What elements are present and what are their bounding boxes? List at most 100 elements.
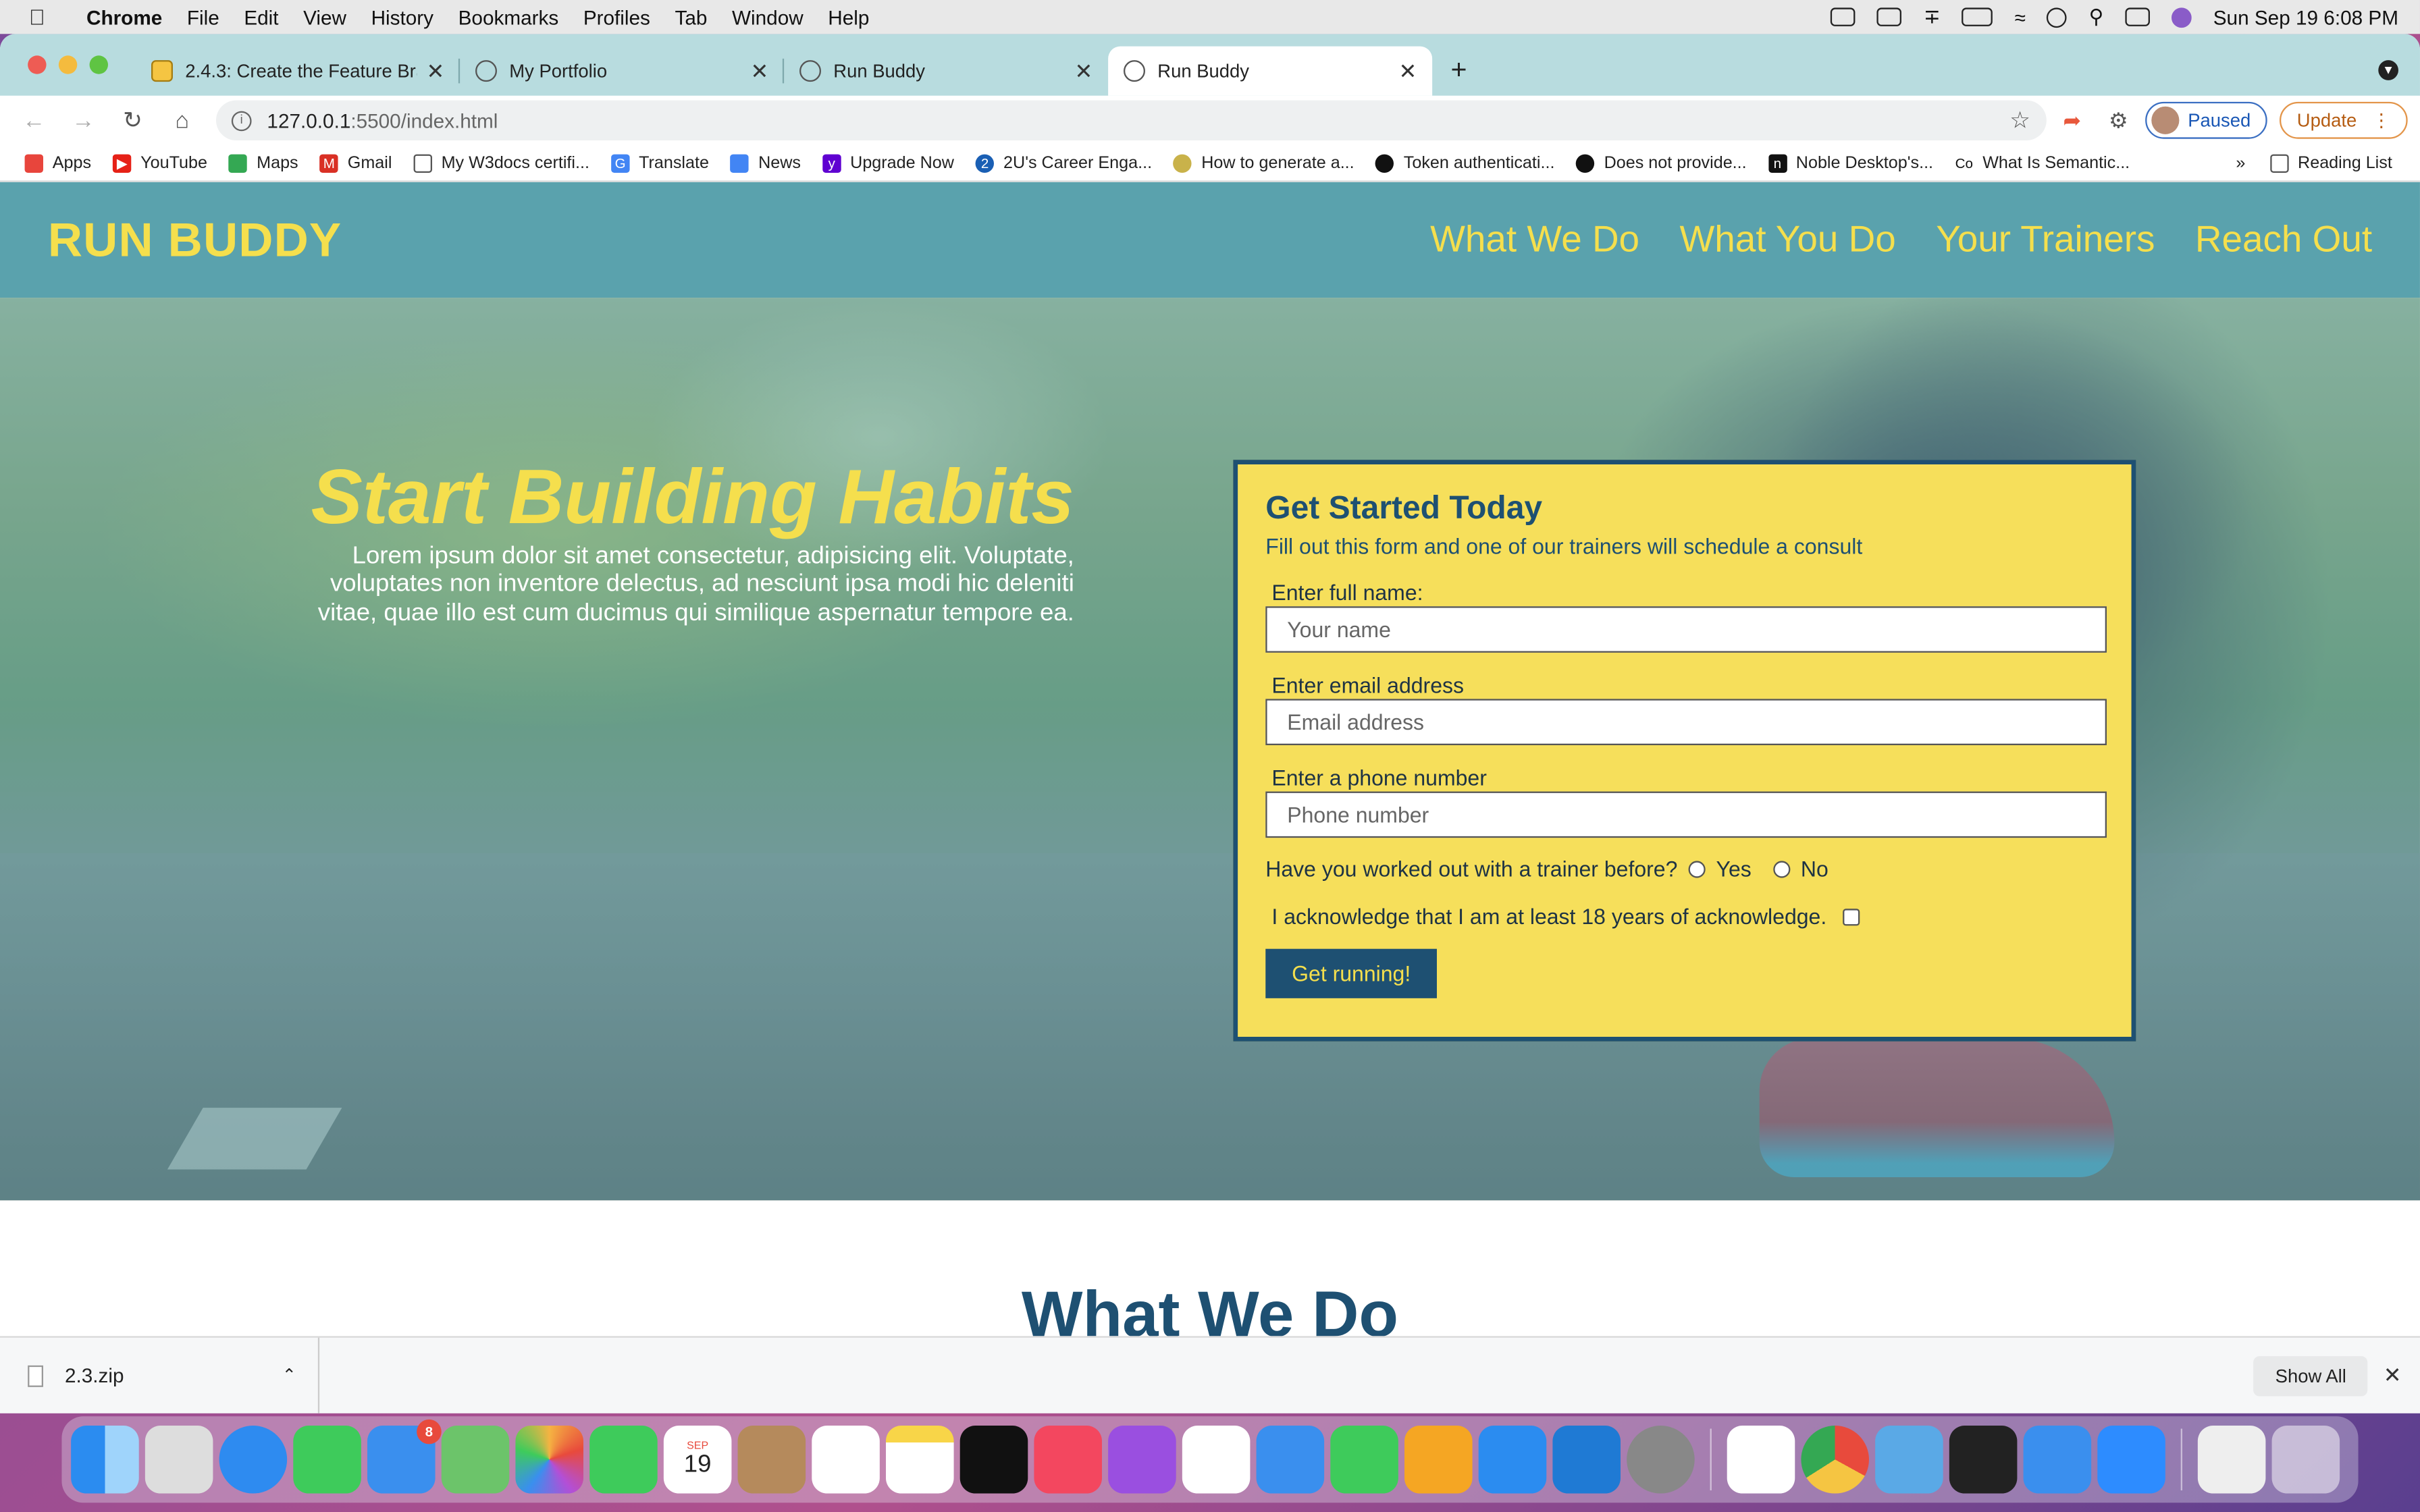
facetime-icon[interactable]	[589, 1425, 658, 1494]
tab-feature-branch[interactable]: 2.4.3: Create the Feature Bran ✕	[136, 47, 461, 96]
calendar-icon[interactable]: SEP 19	[663, 1425, 732, 1494]
launchpad-icon[interactable]	[144, 1425, 213, 1494]
news-icon[interactable]	[1182, 1425, 1251, 1494]
bookmarks-overflow-icon[interactable]: »	[2236, 153, 2245, 171]
zoom-icon[interactable]	[2097, 1425, 2165, 1494]
user-account-icon[interactable]	[2047, 7, 2068, 27]
bookmark-does-not-provide[interactable]: Does not provide...	[1567, 153, 1759, 172]
music-icon[interactable]	[1034, 1425, 1102, 1494]
mail-icon[interactable]: 8	[367, 1419, 442, 1494]
keynote-icon[interactable]	[1256, 1425, 1325, 1494]
pages-icon[interactable]	[1404, 1425, 1473, 1494]
bookmark-semantic[interactable]: Co What Is Semantic...	[1945, 153, 2142, 172]
tab-run-buddy-active[interactable]: Run Buddy ✕	[1108, 46, 1433, 96]
tab-my-portfolio[interactable]: My Portfolio ✕	[460, 47, 785, 96]
menu-view[interactable]: View	[291, 5, 359, 28]
nav-your-trainers[interactable]: Your Trainers	[1936, 218, 2155, 261]
home-icon[interactable]: ⌂	[161, 107, 204, 134]
notes-icon[interactable]	[885, 1425, 954, 1494]
profile-button[interactable]: Paused	[2145, 101, 2268, 139]
maximize-window-button[interactable]	[89, 55, 108, 74]
acknowledge-checkbox[interactable]	[1842, 908, 1860, 925]
tab-run-buddy[interactable]: Run Buddy ✕	[784, 47, 1108, 96]
bookmark-gmail[interactable]: M Gmail	[311, 153, 404, 172]
menu-bookmarks[interactable]: Bookmarks	[446, 5, 571, 28]
apple-icon[interactable]: 	[0, 5, 74, 30]
close-tab-icon[interactable]: ✕	[750, 58, 768, 84]
close-window-button[interactable]	[28, 55, 47, 74]
name-input[interactable]: Your name	[1265, 606, 2107, 653]
bookmark-how-to-generate[interactable]: How to generate a...	[1164, 153, 1367, 172]
wifi-icon[interactable]: ≈	[2015, 5, 2026, 28]
site-logo[interactable]: RUN BUDDY	[48, 212, 342, 267]
migration-assistant-icon[interactable]	[1875, 1425, 1943, 1494]
download-item[interactable]: 2.3.zip ⌃	[0, 1336, 320, 1413]
extensions-puzzle-icon[interactable]: ⚙	[2099, 107, 2138, 134]
apple-tv-icon[interactable]	[959, 1425, 1028, 1494]
menu-profiles[interactable]: Profiles	[571, 5, 663, 28]
bookmark-noble-desktop[interactable]: n Noble Desktop's...	[1759, 153, 1945, 172]
bookmark-upgrade-now[interactable]: y Upgrade Now	[813, 153, 966, 172]
extension-arrow-icon[interactable]: ➦	[2052, 107, 2092, 134]
nav-what-we-do[interactable]: What We Do	[1430, 218, 1639, 261]
photos-icon[interactable]	[515, 1425, 583, 1494]
bookmark-translate[interactable]: G Translate	[602, 153, 721, 172]
nav-what-you-do[interactable]: What You Do	[1680, 218, 1896, 261]
system-preferences-icon[interactable]	[1627, 1425, 1695, 1494]
messages-icon[interactable]	[293, 1425, 361, 1494]
downloads-stack-icon[interactable]	[2197, 1425, 2266, 1494]
bookmark-star-icon[interactable]: ☆	[2009, 107, 2030, 134]
close-download-bar-icon[interactable]: ✕	[2384, 1362, 2402, 1388]
menu-history[interactable]: History	[359, 5, 446, 28]
show-all-button[interactable]: Show All	[2253, 1355, 2368, 1396]
menu-app-name[interactable]: Chrome	[74, 5, 175, 28]
bookmark-token-auth[interactable]: Token authenticati...	[1367, 153, 1567, 172]
spotlight-search-icon[interactable]: ⚲	[2089, 5, 2104, 30]
close-tab-icon[interactable]: ✕	[1398, 58, 1417, 84]
menu-window[interactable]: Window	[720, 5, 816, 28]
close-tab-icon[interactable]: ✕	[1074, 58, 1093, 84]
slack-icon[interactable]	[1727, 1425, 1795, 1494]
back-arrow-icon[interactable]: ←	[12, 107, 55, 134]
bookmark-news[interactable]: News	[721, 153, 813, 172]
bookmark-2u-career[interactable]: 2 2U's Career Enga...	[966, 153, 1164, 172]
bookmark-w3docs[interactable]: My W3docs certifi...	[404, 153, 602, 172]
tab-search-chevron-icon[interactable]: ▼	[2378, 60, 2398, 80]
reading-list-button[interactable]: Reading List	[2261, 153, 2404, 172]
contacts-icon[interactable]	[737, 1425, 806, 1494]
xcode-icon[interactable]	[2023, 1425, 2092, 1494]
control-center-icon[interactable]	[2125, 7, 2151, 26]
reminders-icon[interactable]	[812, 1425, 880, 1494]
close-tab-icon[interactable]: ✕	[426, 58, 444, 84]
forward-arrow-icon[interactable]: →	[61, 107, 105, 134]
finder-icon[interactable]	[71, 1425, 139, 1494]
email-input[interactable]: Email address	[1265, 699, 2107, 745]
app-store-icon[interactable]	[1478, 1425, 1547, 1494]
chrome-icon[interactable]	[1801, 1425, 1869, 1494]
phone-input[interactable]: Phone number	[1265, 791, 2107, 838]
menu-tab[interactable]: Tab	[662, 5, 719, 28]
screen-mirroring-icon[interactable]	[1877, 7, 1902, 26]
trash-icon[interactable]	[2271, 1425, 2340, 1494]
reload-icon[interactable]: ↻	[111, 107, 155, 134]
battery-icon[interactable]	[1962, 7, 1993, 26]
menu-datetime[interactable]: Sun Sep 19 6:08 PM	[2213, 5, 2398, 28]
bookmark-youtube[interactable]: ▶ YouTube	[103, 153, 219, 172]
numbers-icon[interactable]	[1330, 1425, 1398, 1494]
update-button[interactable]: Update ⋮	[2280, 101, 2408, 139]
bookmark-apps[interactable]: Apps	[16, 153, 103, 172]
siri-icon[interactable]	[2172, 7, 2192, 27]
nav-reach-out[interactable]: Reach Out	[2195, 218, 2372, 261]
trainer-yes-radio[interactable]	[1688, 860, 1706, 878]
vscode-icon[interactable]	[1552, 1425, 1621, 1494]
menu-help[interactable]: Help	[816, 5, 882, 28]
get-running-button[interactable]: Get running!	[1265, 948, 1438, 998]
zoom-status-icon[interactable]	[1831, 7, 1856, 26]
bookmark-maps[interactable]: Maps	[219, 153, 311, 172]
bluetooth-icon[interactable]: ∓	[1924, 5, 1941, 30]
safari-icon[interactable]	[219, 1425, 288, 1494]
chevron-up-icon[interactable]: ⌃	[282, 1366, 296, 1385]
trainer-no-radio[interactable]	[1772, 860, 1790, 878]
terminal-icon[interactable]	[1949, 1425, 2018, 1494]
podcasts-icon[interactable]	[1108, 1425, 1176, 1494]
